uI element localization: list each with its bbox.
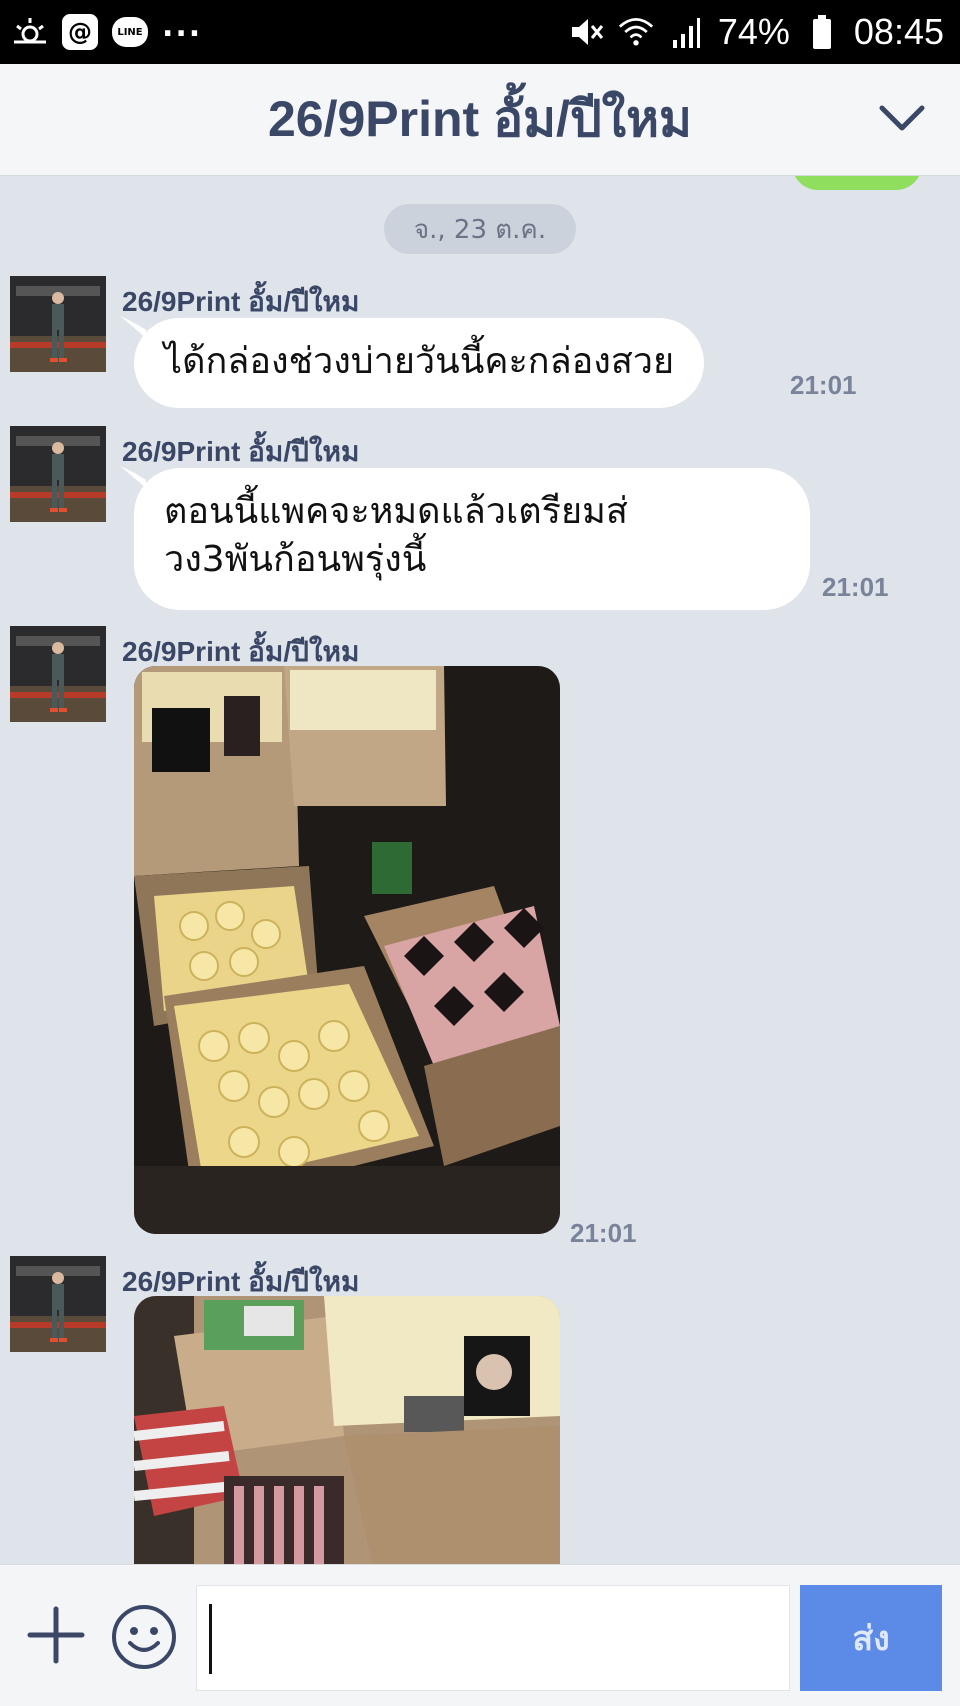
avatar[interactable] <box>10 276 106 372</box>
message-time: 21:01 <box>790 370 857 400</box>
message-text-line: ตอนนี้แพคจะหมดแล้วเตรียมส่ <box>164 491 628 532</box>
line-icon: LINE <box>112 17 148 47</box>
chat-header: 26/9Print อั้ม/ปีใหม <box>0 64 960 176</box>
clock: 08:45 <box>853 11 944 52</box>
bubble-tail <box>120 316 146 338</box>
at-icon: @ <box>62 14 98 50</box>
wifi-icon <box>618 14 654 50</box>
message-time: 21:01 <box>822 572 889 602</box>
bubble-tail <box>120 466 146 488</box>
message-text: ได้กล่องช่วงบ่ายวันนี้คะกล่องสวย <box>164 341 675 382</box>
plus-icon[interactable] <box>26 1605 86 1665</box>
notification-icons: @ LINE ... <box>12 9 202 50</box>
message-list[interactable]: จ., 23 ต.ค. 26/9Print อั้ม/ปีใหม ได้กล่อ… <box>0 176 960 1564</box>
image-message[interactable] <box>134 666 560 1234</box>
image-message[interactable] <box>134 1296 560 1564</box>
date-divider: จ., 23 ต.ค. <box>384 204 576 254</box>
message-bubble[interactable]: ได้กล่องช่วงบ่ายวันนี้คะกล่องสวย <box>134 318 705 408</box>
avatar[interactable] <box>10 426 106 522</box>
message-time: 21:01 <box>570 1218 637 1248</box>
battery-icon <box>804 14 840 50</box>
text-caret <box>209 1604 212 1674</box>
own-message-bubble[interactable] <box>792 176 922 190</box>
message-bubble[interactable]: ตอนนี้แพคจะหมดแล้วเตรียมส่ วง3พันก้อนพรุ… <box>134 468 810 610</box>
system-icons: 74% 08:45 <box>568 11 944 53</box>
signal-icon <box>668 14 704 50</box>
send-button[interactable]: ส่ง <box>800 1585 942 1691</box>
status-bar: @ LINE ... 74% 08:45 <box>0 0 960 64</box>
message-text-line: วง3พันก้อนพรุ่งนี้ <box>164 539 427 580</box>
chat-title: 26/9Print อั้ม/ปีใหม <box>267 91 693 147</box>
avatar[interactable] <box>10 626 106 722</box>
more-notifications: ... <box>162 8 203 44</box>
brightness-icon <box>12 14 48 50</box>
avatar[interactable] <box>10 1256 106 1352</box>
chevron-down-icon[interactable] <box>874 94 930 144</box>
emoji-icon[interactable] <box>110 1603 178 1671</box>
message-input[interactable] <box>196 1585 790 1691</box>
mute-icon <box>568 14 604 50</box>
battery-percent: 74% <box>717 11 790 52</box>
input-bar: ส่ง <box>0 1564 960 1706</box>
